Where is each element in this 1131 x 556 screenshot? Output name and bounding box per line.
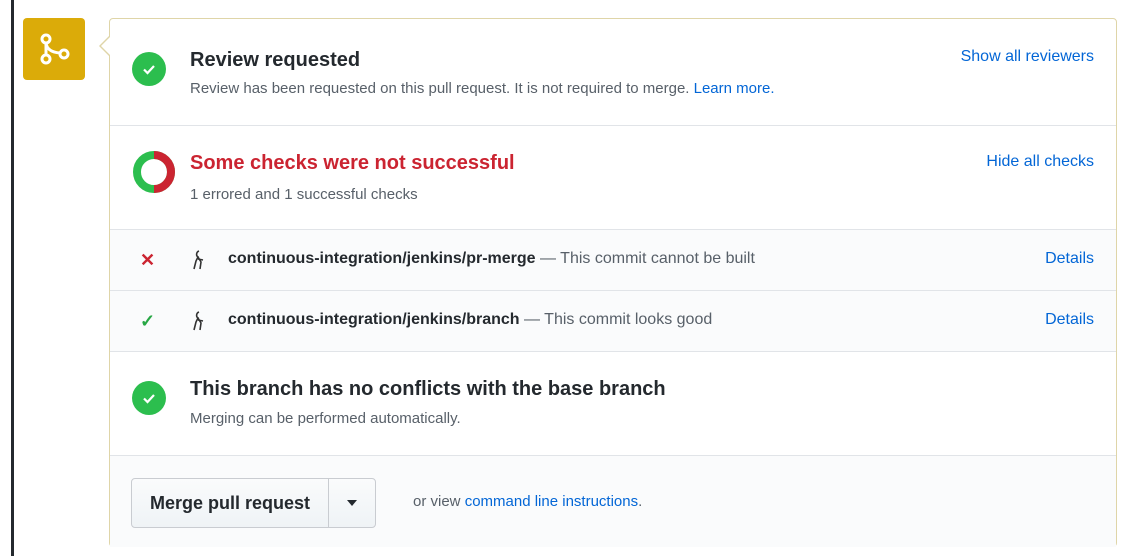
check-row: ✕ continuous-integration/jenkins/pr-merg… bbox=[110, 230, 1116, 290]
timeline-line bbox=[11, 0, 14, 556]
merge-button-group: Merge pull request bbox=[131, 478, 377, 528]
check-context: continuous-integration/jenkins/branch — … bbox=[228, 311, 713, 328]
merge-pull-request-button[interactable]: Merge pull request bbox=[132, 479, 330, 527]
triangle-down-icon bbox=[347, 500, 358, 506]
check-icon: ✓ bbox=[140, 311, 156, 331]
check-context: continuous-integration/jenkins/pr-merge … bbox=[228, 250, 755, 267]
review-title: Review requested bbox=[190, 49, 361, 71]
show-all-reviewers-link[interactable]: Show all reviewers bbox=[961, 48, 1094, 66]
checks-title: Some checks were not successful bbox=[190, 152, 515, 174]
checks-section: Some checks were not successful 1 errore… bbox=[110, 126, 1116, 229]
check-row: ✓ continuous-integration/jenkins/branch … bbox=[110, 291, 1116, 351]
command-line-instructions-link[interactable]: command line instructions bbox=[465, 493, 638, 510]
check-circle-icon bbox=[132, 52, 166, 86]
review-section: Review requested Review has been request… bbox=[110, 19, 1116, 125]
hide-all-checks-link[interactable]: Hide all checks bbox=[986, 153, 1094, 171]
learn-more-link[interactable]: Learn more. bbox=[694, 80, 775, 97]
partial-ring-icon bbox=[133, 151, 175, 193]
conflicts-section: This branch has no conflicts with the ba… bbox=[110, 352, 1116, 455]
details-link[interactable]: Details bbox=[1045, 250, 1094, 268]
checks-summary: 1 errored and 1 successful checks bbox=[190, 186, 418, 203]
conflicts-title: This branch has no conflicts with the ba… bbox=[190, 378, 666, 400]
check-circle-icon bbox=[132, 381, 166, 415]
git-merge-icon bbox=[23, 18, 85, 80]
conflicts-description: Merging can be performed automatically. bbox=[190, 410, 461, 427]
merge-status-panel: Review requested Review has been request… bbox=[109, 18, 1117, 547]
x-icon: ✕ bbox=[140, 250, 156, 270]
merge-method-dropdown-button[interactable] bbox=[329, 479, 375, 527]
review-description: Review has been requested on this pull r… bbox=[190, 80, 775, 97]
jenkins-avatar-icon bbox=[193, 311, 204, 331]
jenkins-avatar-icon bbox=[193, 250, 204, 270]
merge-area: Merge pull request or view command line … bbox=[110, 456, 1116, 547]
details-link[interactable]: Details bbox=[1045, 311, 1094, 329]
merge-hint: or view command line instructions. bbox=[413, 493, 643, 510]
